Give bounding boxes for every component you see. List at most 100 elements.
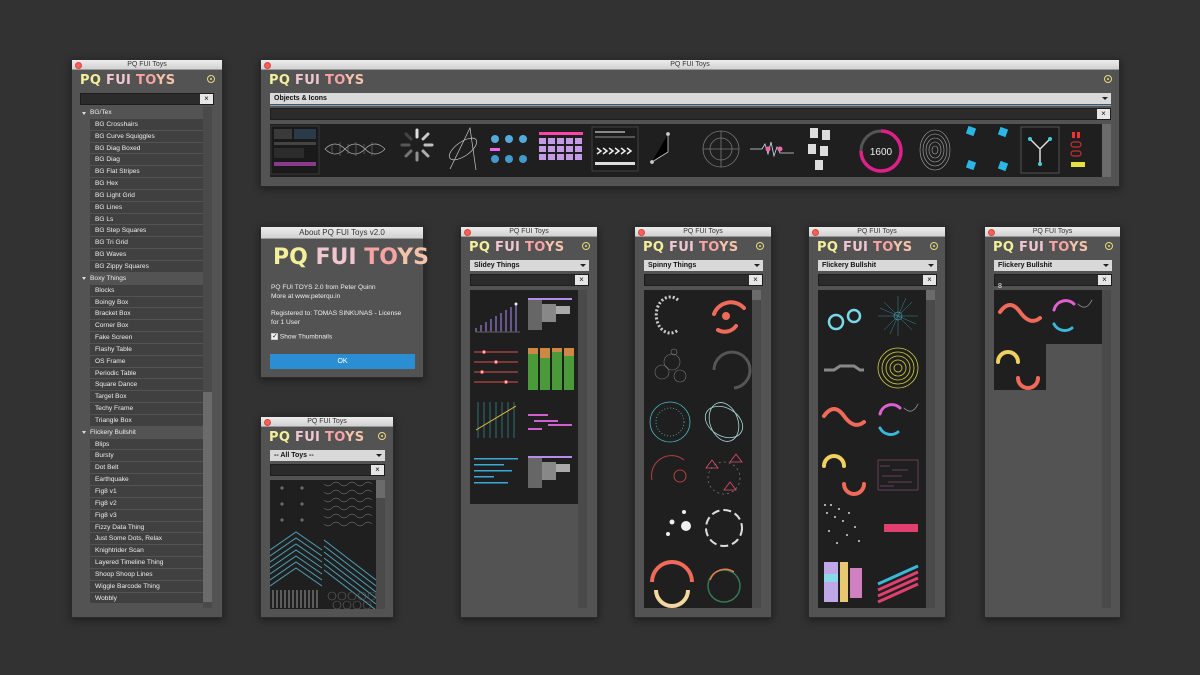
grid-scrollbar[interactable]	[1102, 290, 1111, 608]
thumb-switches[interactable]	[1070, 132, 1085, 167]
category-select[interactable]: -- All Toys --	[270, 450, 385, 461]
thumb-cyan-dial[interactable]	[649, 401, 691, 443]
thumb-bubbles[interactable]	[654, 348, 687, 383]
thumb-fingerprint[interactable]	[919, 129, 951, 171]
tree-item[interactable]: Dot Belt	[90, 462, 203, 475]
thumb-fig8-v3[interactable]	[822, 454, 866, 496]
tree-item[interactable]: Flashy Table	[90, 343, 203, 356]
thumb-shoop-lines[interactable]	[877, 564, 919, 604]
title-bar[interactable]: PQ FUI Toys	[261, 60, 1119, 70]
tree-item[interactable]: Bracket Box	[90, 308, 203, 321]
tree-item[interactable]: Blocks	[90, 284, 203, 297]
close-icon[interactable]	[638, 228, 645, 236]
thumb-documents[interactable]	[808, 128, 830, 170]
title-bar[interactable]: PQ FUI Toys	[72, 60, 222, 70]
tree-item[interactable]: BG Tri Grid	[90, 237, 203, 250]
thumb-white-dots[interactable]	[666, 510, 691, 536]
tree-item[interactable]: Boingy Box	[90, 296, 203, 309]
tree-item[interactable]: BG Light Grid	[90, 189, 203, 202]
strip-scrollbar[interactable]	[1102, 124, 1111, 177]
clear-search-button[interactable]: ×	[575, 275, 588, 285]
tree-item[interactable]: Bursty	[90, 450, 203, 463]
thumb-bg-diag[interactable]	[270, 531, 376, 609]
thumb-blips[interactable]	[827, 308, 862, 331]
title-bar[interactable]: PQ FUI Toys	[809, 227, 945, 237]
tree-item[interactable]: Shoop Shoop Lines	[90, 568, 203, 581]
tree-item[interactable]: BG Zippy Squares	[90, 260, 203, 273]
title-bar[interactable]: PQ FUI Toys	[261, 417, 393, 427]
close-icon[interactable]	[464, 228, 471, 236]
thumb-step-bars-2[interactable]	[528, 456, 572, 488]
clear-search-button[interactable]: ×	[200, 94, 213, 104]
thumb-earthquake[interactable]	[824, 364, 864, 372]
tree-item[interactable]: BG Flat Stripes	[90, 166, 203, 179]
tree-item[interactable]: Fizzy Data Thing	[90, 521, 203, 534]
tree-item[interactable]: Layered Timeline Thing	[90, 557, 203, 569]
thumb-semi-rings[interactable]	[650, 560, 694, 608]
search-input[interactable]: 8 ×	[994, 274, 1112, 290]
tree-item[interactable]: BG Lines	[90, 201, 203, 214]
clear-search-button[interactable]: ×	[749, 275, 762, 285]
tree-item[interactable]: Square Dance	[90, 379, 203, 392]
tree-item[interactable]: Target Box	[90, 391, 203, 404]
category-select[interactable]: Slidey Things	[470, 260, 589, 271]
grid-scrollbar[interactable]	[578, 290, 587, 608]
tree-item[interactable]: Just Some Dots, Relax	[90, 533, 203, 546]
title-bar[interactable]: PQ FUI Toys	[985, 227, 1120, 237]
tree-item[interactable]: Fake Screen	[90, 332, 203, 344]
thumb-fig8-v1[interactable]	[822, 407, 866, 427]
thumb-pointer[interactable]	[650, 132, 670, 164]
grid-scrollbar[interactable]	[926, 290, 935, 608]
thumb-v-sliders[interactable]	[475, 402, 517, 438]
settings-icon[interactable]	[582, 242, 590, 250]
settings-icon[interactable]	[378, 432, 386, 440]
show-thumbnails-checkbox[interactable]: ✓ Show Thumbnails	[271, 333, 332, 340]
thumb-layered-timeline[interactable]	[824, 562, 862, 602]
search-input[interactable]: ×	[270, 464, 385, 476]
thumb-blue-lines[interactable]	[474, 458, 518, 484]
category-select[interactable]: Objects & Icons	[270, 93, 1111, 104]
thumb-bg-curve-squiggles[interactable]	[323, 481, 373, 527]
thumb-broken-ring[interactable]	[705, 509, 743, 547]
thumb-bursty[interactable]	[878, 296, 918, 336]
thumb-buttons[interactable]	[490, 135, 527, 163]
thumb-orbit[interactable]	[446, 126, 480, 171]
thumb-step-bars[interactable]	[528, 298, 572, 330]
thumb-h-sliders[interactable]	[474, 350, 518, 384]
thumb-chevrons[interactable]	[591, 126, 639, 172]
thumb-dots-ring[interactable]	[654, 295, 679, 335]
close-icon[interactable]	[812, 228, 819, 236]
clear-search-button[interactable]: ×	[1097, 109, 1110, 119]
thumb-dark-ring[interactable]	[712, 350, 752, 390]
thumb-stepped-sliders[interactable]	[475, 302, 520, 333]
search-input[interactable]: ×	[818, 274, 937, 286]
thumb-rings[interactable]	[877, 347, 919, 389]
clear-search-button[interactable]: ×	[1098, 275, 1111, 285]
tree-scrollbar[interactable]	[203, 107, 212, 608]
tree-item[interactable]: Corner Box	[90, 320, 203, 333]
tree-item[interactable]: Earthquake	[90, 474, 203, 486]
tree-item[interactable]: Periodic Table	[90, 367, 203, 380]
category-select[interactable]: Spinny Things	[644, 260, 763, 271]
tree-item[interactable]: Techy Frame	[90, 403, 203, 415]
search-input[interactable]: ×	[470, 274, 589, 286]
thumb-h-bars-pink[interactable]	[528, 414, 572, 430]
tree-item[interactable]: Fig8 v3	[90, 509, 203, 522]
thumb-red-arcs[interactable]	[712, 300, 746, 334]
thumb-fizzy-data[interactable]	[877, 459, 919, 491]
thumb-bg-lines[interactable]	[272, 590, 318, 608]
title-bar[interactable]: PQ FUI Toys	[635, 227, 771, 237]
category-select[interactable]: Flickery Bullshit	[994, 260, 1112, 271]
tree-item[interactable]: BG Step Squares	[90, 225, 203, 238]
tree-item[interactable]: Knightrider Scan	[90, 545, 203, 558]
thumb-fig8-v2[interactable]	[878, 403, 919, 436]
settings-icon[interactable]	[930, 242, 938, 250]
tree-item[interactable]: Fig8 v1	[90, 486, 203, 498]
thumb-waveform[interactable]	[750, 141, 794, 158]
thumb-diamonds[interactable]	[965, 125, 1009, 172]
tree-group[interactable]: Flickery Bullshit	[80, 427, 203, 439]
thumb-orange-dial[interactable]	[707, 568, 741, 603]
thumb-fake-screen[interactable]	[270, 125, 320, 175]
thumb-level-meters[interactable]	[528, 348, 574, 390]
thumb-red-dial[interactable]	[651, 455, 687, 483]
